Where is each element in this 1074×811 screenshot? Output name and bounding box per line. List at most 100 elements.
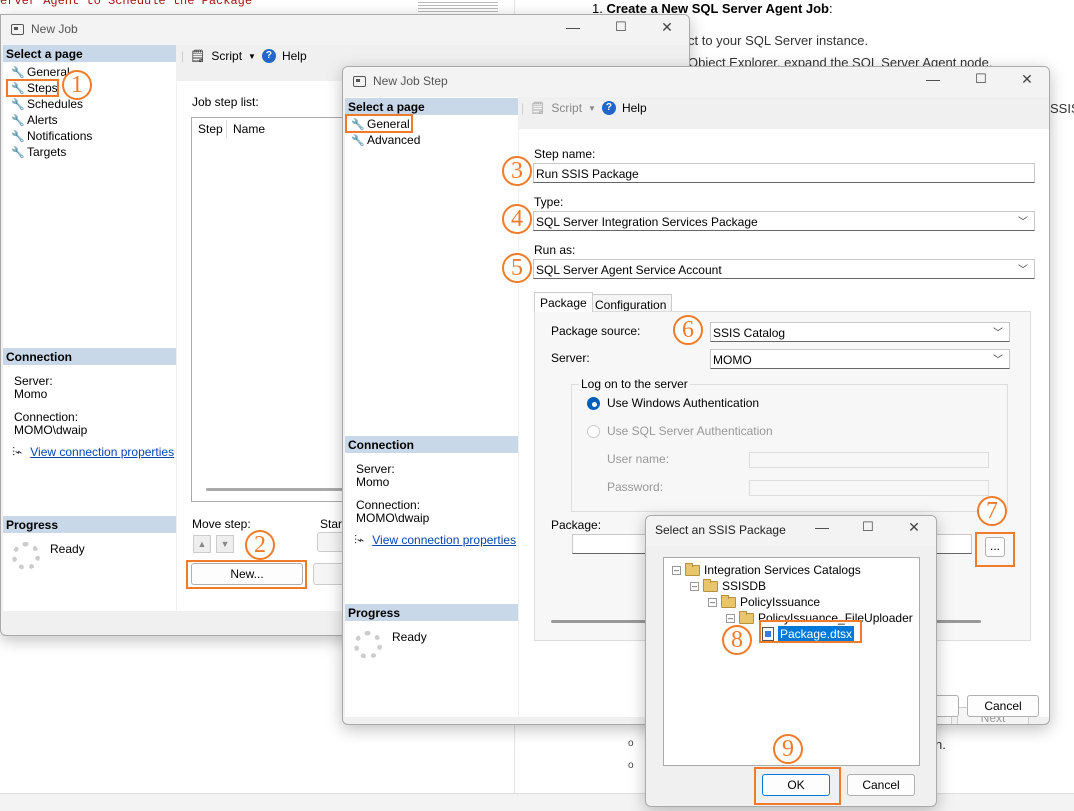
title-bar: New Job — ☐ ✕ <box>1 15 689 45</box>
separator: | <box>521 101 525 115</box>
tree-node-ssisdb[interactable]: – SSISDB <box>690 578 766 593</box>
annotation-3: 3 <box>502 156 532 186</box>
minimize-button[interactable]: — <box>919 71 947 87</box>
script-button[interactable]: Script <box>551 101 582 115</box>
dropdown-arrow-icon[interactable]: ▼ <box>588 104 596 113</box>
cancel-button[interactable]: Cancel <box>847 774 915 796</box>
progress-header: Progress <box>345 604 518 621</box>
password-label: Password: <box>607 480 664 494</box>
runas-label: Run as: <box>534 243 576 257</box>
window-title: New Job <box>31 22 78 36</box>
minimize-button[interactable]: — <box>559 19 587 35</box>
progress-spinner-icon <box>12 542 40 570</box>
grid-divider <box>226 120 227 138</box>
package-source-select[interactable]: SSIS Catalog ﹀ <box>710 322 1010 342</box>
annotation-4: 4 <box>502 204 532 234</box>
view-connection-link[interactable]: View connection properties <box>372 533 516 548</box>
page-advanced[interactable]: 🔧 Advanced <box>351 133 420 147</box>
type-label: Type: <box>534 195 564 209</box>
tab-package[interactable]: Package <box>534 292 593 312</box>
folder-icon <box>739 610 754 624</box>
progress-spinner-icon <box>354 631 382 659</box>
tab-configuration[interactable]: Configuration <box>589 294 673 312</box>
cancel-button[interactable]: Cancel <box>967 695 1039 717</box>
close-button[interactable]: ✕ <box>653 19 681 36</box>
chevron-down-icon: ﹀ <box>1018 265 1028 276</box>
dropdown-arrow-icon[interactable]: ▼ <box>248 52 256 61</box>
highlight-browse <box>975 532 1015 567</box>
toolbar: | 🗒 Script ▼ ? Help <box>521 101 647 115</box>
title-bar: New Job Step — ☐ ✕ <box>343 67 1049 97</box>
folder-icon <box>685 562 700 576</box>
username-input[interactable] <box>749 452 989 468</box>
plug-icon: ⫶⌁ <box>12 445 23 459</box>
help-button[interactable]: Help <box>282 49 307 63</box>
highlight-general <box>345 114 413 133</box>
page-notifications[interactable]: 🔧 Notifications <box>11 129 92 143</box>
code-line: erver Agent to Schedule the Package <box>0 0 253 8</box>
server-value: Momo <box>14 387 48 401</box>
server-select[interactable]: MOMO ﹀ <box>710 349 1010 369</box>
highlight-ok <box>754 767 841 805</box>
package-source-label: Package source: <box>551 324 641 338</box>
left-nav-pane: Select a page 🔧 General 🔧 Steps 🔧 Schedules… <box>3 45 176 611</box>
wrench-icon: 🔧 <box>11 66 25 79</box>
wrench-icon: 🔧 <box>11 146 25 159</box>
windows-auth-radio[interactable]: Use Windows Authentication <box>587 396 759 410</box>
minimize-button[interactable]: — <box>808 519 836 535</box>
maximize-button[interactable]: ☐ <box>967 71 995 87</box>
maximize-button[interactable]: ☐ <box>854 519 882 535</box>
move-down-button[interactable]: ▼ <box>216 535 234 553</box>
separator: | <box>181 49 185 63</box>
bullet: o <box>628 738 634 749</box>
view-connection-link[interactable]: View connection properties <box>30 445 174 460</box>
collapse-icon[interactable]: – <box>672 565 681 575</box>
password-input[interactable] <box>749 480 989 496</box>
server-label: Server: <box>356 462 395 476</box>
help-button[interactable]: Help <box>622 101 647 115</box>
script-icon: 🗒 <box>530 101 546 115</box>
server-value: MOMO <box>713 353 752 367</box>
connection-header: Connection <box>3 348 176 365</box>
sql-auth-label: Use SQL Server Authentication <box>607 424 773 438</box>
grid-header-name: Name <box>233 122 266 136</box>
close-button[interactable]: ✕ <box>900 519 928 536</box>
step-name-input[interactable]: Run SSIS Package <box>533 163 1035 183</box>
annotation-9: 9 <box>773 734 803 764</box>
connection-label: Connection: <box>14 410 79 424</box>
move-step-label: Move step: <box>192 517 251 531</box>
job-step-list-label: Job step list: <box>192 95 259 109</box>
wrench-icon: 🔧 <box>11 130 25 143</box>
progress-header: Progress <box>3 516 176 533</box>
script-button[interactable]: Script <box>211 49 242 63</box>
script-icon: 🗒 <box>190 49 206 63</box>
maximize-button[interactable]: ☐ <box>607 19 635 35</box>
tree-node-catalogs[interactable]: – Integration Services Catalogs <box>672 562 861 577</box>
collapse-icon[interactable]: – <box>708 597 717 607</box>
annotation-1: 1 <box>62 70 92 100</box>
radio-selected-icon <box>587 396 600 410</box>
highlight-package <box>759 620 862 643</box>
page-alerts[interactable]: 🔧 Alerts <box>11 113 58 127</box>
type-select[interactable]: SQL Server Integration Services Package ﹀ <box>533 211 1035 231</box>
sql-auth-radio[interactable]: Use SQL Server Authentication <box>587 424 773 438</box>
tree-node-label: Integration Services Catalogs <box>704 563 861 577</box>
close-button[interactable]: ✕ <box>1013 71 1041 88</box>
move-up-button[interactable]: ▲ <box>193 535 211 553</box>
tree-node-policyissuance[interactable]: – PolicyIssuance <box>708 594 820 609</box>
collapse-icon[interactable]: – <box>690 581 699 591</box>
window-icon <box>353 76 366 87</box>
server-label: Server: <box>551 351 590 365</box>
page-general[interactable]: 🔧 General <box>11 65 70 79</box>
server-value: Momo <box>356 475 390 489</box>
collapse-icon[interactable]: – <box>726 613 735 623</box>
grid-header-step: Step <box>198 122 223 136</box>
dialog-title: Select an SSIS Package <box>655 523 786 537</box>
view-connection-row: ⫶⌁ View connection properties <box>354 533 516 548</box>
runas-select[interactable]: SQL Server Agent Service Account ﹀ <box>533 259 1035 279</box>
page-targets[interactable]: 🔧 Targets <box>11 145 66 159</box>
thumbnail-image <box>418 0 498 14</box>
step-name-label: Step name: <box>534 147 596 161</box>
server-label: Server: <box>14 374 53 388</box>
radio-unselected-icon <box>587 424 600 438</box>
